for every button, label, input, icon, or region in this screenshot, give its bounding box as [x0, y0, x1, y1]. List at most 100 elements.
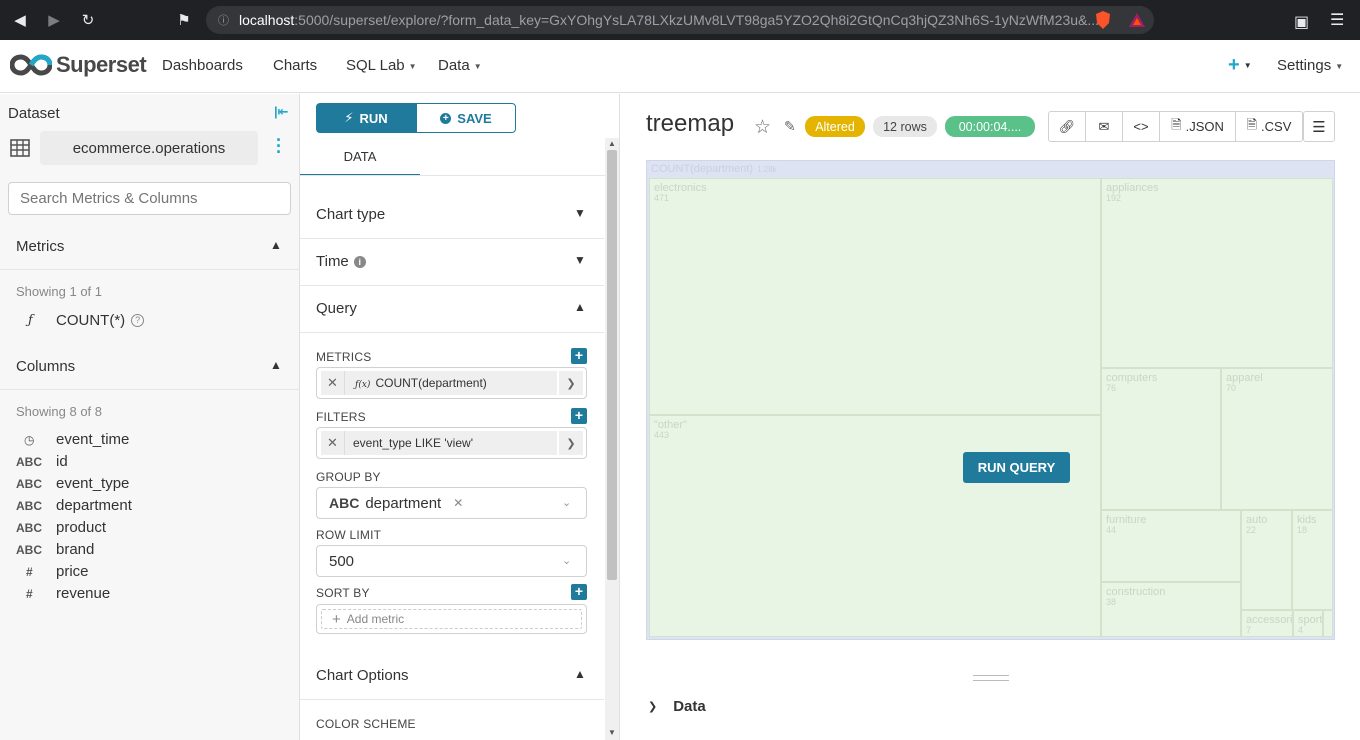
run-query-button[interactable]: RUN QUERY	[963, 452, 1070, 483]
string-type-icon: ABC	[16, 454, 42, 469]
metrics-field[interactable]: ✕ ƒ(x) COUNT(department) ❯	[316, 367, 587, 399]
embed-code-icon[interactable]: <>	[1123, 112, 1160, 141]
treemap-cell[interactable]: kids 18	[1292, 510, 1333, 610]
section-query[interactable]: Query ▲	[300, 286, 604, 333]
section-chart-options[interactable]: Chart Options ▲	[300, 653, 604, 700]
nav-dashboards[interactable]: Dashboards	[162, 57, 243, 74]
email-icon[interactable]: ✉	[1086, 112, 1123, 141]
star-icon[interactable]: ☆	[754, 116, 771, 139]
chevron-down-icon: ⌄	[562, 555, 572, 567]
cell-value: 4	[1298, 625, 1304, 635]
export-json-button[interactable]: 🗎︎ .JSON	[1160, 112, 1236, 141]
treemap-cell[interactable]: electronics 471	[649, 178, 1101, 415]
edit-icon[interactable]: ✎	[784, 118, 796, 135]
groupby-select[interactable]: ABC department ✕ ⌄	[316, 487, 587, 519]
collapse-panel-icon[interactable]: |⇤	[274, 104, 289, 120]
metrics-section-header[interactable]: Metrics ▲	[0, 224, 300, 270]
plus-icon: +	[1228, 54, 1240, 76]
treemap-cell[interactable]: accessories7	[1241, 610, 1293, 637]
remove-icon[interactable]: ✕	[453, 496, 463, 510]
add-sort-button[interactable]: +	[571, 584, 587, 600]
metric-item[interactable]: ƒ COUNT(*) ?	[16, 312, 145, 329]
data-section-label: Data	[673, 698, 706, 715]
treemap-cell[interactable]: furniture 44	[1101, 510, 1241, 582]
dataset-name[interactable]: ecommerce.operations	[40, 131, 258, 165]
add-metric-button[interactable]: +	[571, 348, 587, 364]
columns-section-header[interactable]: Columns ▲	[0, 344, 300, 390]
row-limit-select[interactable]: 500 ⌄	[316, 545, 587, 577]
treemap-cell[interactable]: computers 76	[1101, 368, 1221, 510]
remove-icon[interactable]: ✕	[321, 431, 345, 455]
chart-menu-icon[interactable]: ☰	[1303, 111, 1335, 142]
info-icon[interactable]: ⓘ	[218, 12, 229, 28]
column-item[interactable]: # price	[16, 563, 89, 580]
help-icon[interactable]: ?	[131, 314, 145, 327]
column-item[interactable]: ABC product	[16, 519, 106, 536]
panel-scrollbar[interactable]: ▲ ▼	[605, 138, 619, 740]
new-menu-button[interactable]: + ▼	[1228, 54, 1252, 77]
filters-field[interactable]: ✕ event_type LIKE 'view' ❯	[316, 427, 587, 459]
dataset-selector: ecommerce.operations · · ·	[8, 131, 292, 165]
chevron-right-icon[interactable]: ❯	[559, 431, 583, 455]
treemap-cell[interactable]: auto 22	[1241, 510, 1292, 610]
scroll-thumb[interactable]	[607, 150, 617, 580]
superset-logo-icon	[10, 54, 52, 76]
search-metrics-input[interactable]	[8, 182, 291, 215]
treemap-cell[interactable]: "other" 443	[649, 415, 1101, 637]
chart-title[interactable]: treemap	[646, 110, 734, 138]
wallet-icon[interactable]: ▣	[1294, 12, 1309, 32]
treemap-cell[interactable]: appliances 192	[1101, 178, 1333, 368]
address-bar[interactable]: ⓘ localhost:5000/superset/explore/?form_…	[206, 6, 1154, 34]
superset-logo[interactable]: Superset	[10, 52, 147, 78]
browser-menu-icon[interactable]: ☰	[1330, 10, 1344, 30]
brave-shield-icon[interactable]	[1094, 10, 1112, 30]
treemap-cell[interactable]: sport 4	[1293, 610, 1323, 637]
column-item[interactable]: ◷ event_time	[16, 431, 129, 448]
bookmark-icon[interactable]: ⚑	[170, 6, 198, 34]
nav-settings[interactable]: Settings ▼	[1277, 57, 1343, 74]
save-button[interactable]: + SAVE	[416, 103, 516, 133]
treemap-cell[interactable]: apparel 70	[1221, 368, 1333, 510]
column-item[interactable]: ABC id	[16, 453, 68, 470]
add-metric-placeholder: Add metric	[346, 612, 405, 626]
browser-toolbar: ◀ ▶ ↻ ⚑ ⓘ localhost:5000/superset/explor…	[0, 0, 1360, 40]
nav-charts[interactable]: Charts	[273, 57, 317, 74]
run-button[interactable]: ⚡︎ RUN	[316, 103, 416, 133]
chevron-right-icon[interactable]: ❯	[559, 371, 583, 395]
column-item[interactable]: # revenue	[16, 585, 110, 602]
link-icon[interactable]: 🔗︎	[1049, 112, 1086, 141]
metric-pill[interactable]: ✕ ƒ(x) COUNT(department)	[321, 371, 557, 395]
root-name: COUNT(department)	[651, 163, 754, 175]
add-metric-dropzone[interactable]: + Add metric	[321, 609, 582, 629]
filter-pill[interactable]: ✕ event_type LIKE 'view'	[321, 431, 557, 455]
cell-value: 22	[1246, 525, 1257, 535]
treemap-cell[interactable]: construction 38	[1101, 582, 1241, 637]
resize-handle[interactable]	[973, 675, 1009, 681]
back-icon[interactable]: ◀	[6, 6, 34, 34]
column-item[interactable]: ABC department	[16, 497, 132, 514]
scroll-up-icon[interactable]: ▲	[608, 139, 616, 148]
forward-icon[interactable]: ▶	[40, 6, 68, 34]
section-time[interactable]: Time i ▼	[300, 239, 604, 286]
treemap-cell[interactable]	[1323, 610, 1333, 637]
treemap-chart: COUNT(department) 1.28k electronics 471 ap…	[646, 160, 1335, 640]
run-label: RUN	[359, 110, 388, 126]
add-filter-button[interactable]: +	[571, 408, 587, 424]
nav-data[interactable]: Data ▼	[438, 57, 482, 74]
nav-sqllab[interactable]: SQL Lab ▼	[346, 57, 417, 74]
export-csv-button[interactable]: 🗎︎ .CSV	[1236, 112, 1302, 141]
export-csv-label: .CSV	[1261, 119, 1292, 134]
data-section-toggle[interactable]: ❯ Data	[648, 698, 706, 715]
tab-data[interactable]: DATA	[300, 138, 420, 176]
reload-icon[interactable]: ↻	[74, 6, 102, 34]
column-item[interactable]: ABC brand	[16, 541, 94, 558]
sort-by-field[interactable]: + Add metric	[316, 604, 587, 634]
rewards-icon[interactable]	[1128, 11, 1146, 29]
more-vertical-icon[interactable]: · · ·	[274, 131, 284, 161]
scroll-down-icon[interactable]: ▼	[608, 728, 616, 737]
info-icon[interactable]: i	[353, 255, 366, 268]
altered-badge[interactable]: Altered	[805, 116, 865, 137]
column-item[interactable]: ABC event_type	[16, 475, 129, 492]
section-chart-type[interactable]: Chart type ▼	[300, 192, 604, 239]
remove-icon[interactable]: ✕	[321, 371, 345, 395]
